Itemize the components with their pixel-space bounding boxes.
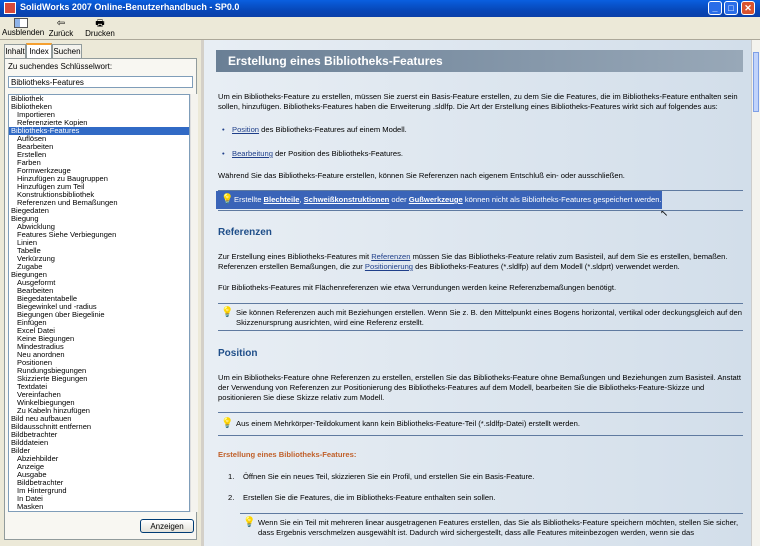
- hide-pane-icon: [14, 18, 28, 28]
- navigation-pane: Inhalt Index Suchen Zu suchendes Schlüss…: [0, 40, 201, 546]
- bullet-dot-icon: •: [222, 149, 225, 158]
- references-paragraph-2: Für Bibliotheks-Features mit Flächenrefe…: [218, 283, 617, 292]
- references-paragraph: Zur Erstellung eines Bibliotheks-Feature…: [218, 252, 743, 272]
- note-text: Erstellte: [234, 195, 264, 204]
- window-title: SolidWorks 2007 Online-Benutzerhandbuch …: [20, 2, 240, 12]
- divider: [218, 435, 743, 436]
- title-bar: SolidWorks 2007 Online-Benutzerhandbuch …: [0, 0, 760, 17]
- last-note: 💡 Wenn Sie ein Teil mit mehreren linear …: [240, 518, 743, 538]
- last-note-text: Wenn Sie ein Teil mit mehreren linear au…: [258, 518, 739, 537]
- show-button[interactable]: Anzeigen: [140, 519, 194, 533]
- lightbulb-icon: 💡: [221, 307, 234, 318]
- topic-content: Erstellung eines Bibliotheks-Features Um…: [204, 40, 751, 546]
- printer-icon: 🖶: [95, 18, 105, 29]
- minimize-button[interactable]: _: [708, 1, 722, 15]
- divider: [218, 412, 743, 413]
- editing-link[interactable]: Bearbeitung: [232, 149, 273, 158]
- keyword-list-scrollbar[interactable]: [190, 94, 198, 512]
- position-paragraph: Um ein Bibliotheks-Feature ohne Referenz…: [218, 373, 742, 402]
- note-text: oder: [389, 195, 409, 204]
- bullet-position: • Position des Bibliotheks-Features auf …: [222, 125, 407, 134]
- mold-tools-link[interactable]: Gußwerkzeuge: [409, 195, 463, 204]
- index-panel: Zu suchendes Schlüsselwort: Bibliotheks-…: [4, 58, 198, 540]
- positioning-link[interactable]: Positionierung: [365, 262, 413, 271]
- tab-search[interactable]: Suchen: [52, 44, 82, 58]
- hide-button[interactable]: Ausblenden: [2, 17, 45, 39]
- scrollbar-thumb[interactable]: [753, 52, 759, 112]
- hide-label: Ausblenden: [2, 28, 45, 37]
- back-arrow-icon: ⇦: [56, 18, 66, 29]
- divider: [240, 513, 743, 514]
- toolbar: Ausblenden ⇦ Zurück 🖶 Drucken: [0, 17, 760, 40]
- divider: [218, 303, 743, 304]
- references-link[interactable]: Referenzen: [371, 252, 410, 261]
- print-button[interactable]: 🖶 Drucken: [84, 17, 116, 39]
- references-note-text: Sie können Referenzen auch mit Beziehung…: [236, 308, 742, 327]
- note-text: können nicht als Bibliotheks-Features ge…: [462, 195, 662, 204]
- references-note: 💡 Sie können Referenzen auch mit Beziehu…: [218, 308, 743, 328]
- weldments-link[interactable]: Schweißkonstruktionen: [304, 195, 390, 204]
- divider: [218, 210, 743, 211]
- back-label: Zurück: [48, 29, 74, 38]
- maximize-button[interactable]: □: [724, 1, 738, 15]
- print-label: Drucken: [85, 29, 115, 38]
- intro-paragraph: Um ein Bibliotheks-Feature zu erstellen,…: [218, 92, 738, 111]
- while-paragraph: Während Sie das Bibliotheks-Feature erst…: [218, 171, 625, 180]
- tab-index[interactable]: Index: [26, 43, 52, 59]
- page-title: Erstellung eines Bibliotheks-Features: [216, 50, 743, 72]
- back-button[interactable]: ⇦ Zurück: [46, 17, 76, 39]
- keyword-input[interactable]: Bibliotheks-Features: [8, 76, 193, 88]
- position-link[interactable]: Position: [232, 125, 259, 134]
- ref-text: Zur Erstellung eines Bibliotheks-Feature…: [218, 252, 372, 261]
- keyword-list-item[interactable]: Masken: [9, 503, 189, 511]
- heading-references: Referenzen: [218, 227, 272, 238]
- sheet-metal-link[interactable]: Blechteile: [264, 195, 300, 204]
- bullet-position-text: des Bibliotheks-Features auf einem Model…: [259, 125, 407, 134]
- divider: [218, 330, 743, 331]
- lightbulb-icon: 💡: [221, 418, 234, 429]
- ref-text: des Bibliotheks-Features (*.sldlfp) auf …: [413, 262, 680, 271]
- keyword-label: Zu suchendes Schlüsselwort:: [8, 62, 113, 71]
- tab-contents[interactable]: Inhalt: [4, 44, 26, 58]
- heading-create: Erstellung eines Bibliotheks-Features:: [218, 450, 357, 459]
- app-icon: [4, 2, 16, 14]
- step-text: Öffnen Sie ein neues Teil, skizzieren Si…: [243, 472, 535, 481]
- content-scrollbar[interactable]: [751, 40, 760, 546]
- step-number: 2.: [228, 493, 235, 502]
- step-number: 1.: [228, 472, 235, 481]
- heading-position: Position: [218, 348, 258, 359]
- position-note: 💡 Aus einem Mehrkörper-Teildokument kann…: [218, 419, 743, 429]
- bullet-editing: • Bearbeitung der Position des Bibliothe…: [222, 149, 403, 158]
- keyword-list[interactable]: Bibliothek Bibliotheken Importieren Referen…: [8, 94, 190, 512]
- keyword-list-item[interactable]: Bilddateien: [9, 439, 189, 447]
- highlighted-note: Erstellte Blechteile, Schweißkonstruktio…: [234, 195, 662, 204]
- lightbulb-icon: 💡: [221, 194, 234, 205]
- step-text: Erstellen Sie die Features, die im Bibli…: [243, 493, 496, 502]
- lightbulb-icon: 💡: [243, 517, 256, 528]
- bullet-editing-text: der Position des Bibliotheks-Features.: [272, 149, 403, 158]
- close-button[interactable]: ✕: [741, 1, 755, 15]
- bullet-dot-icon: •: [222, 125, 225, 134]
- position-note-text: Aus einem Mehrkörper-Teildokument kann k…: [236, 419, 580, 428]
